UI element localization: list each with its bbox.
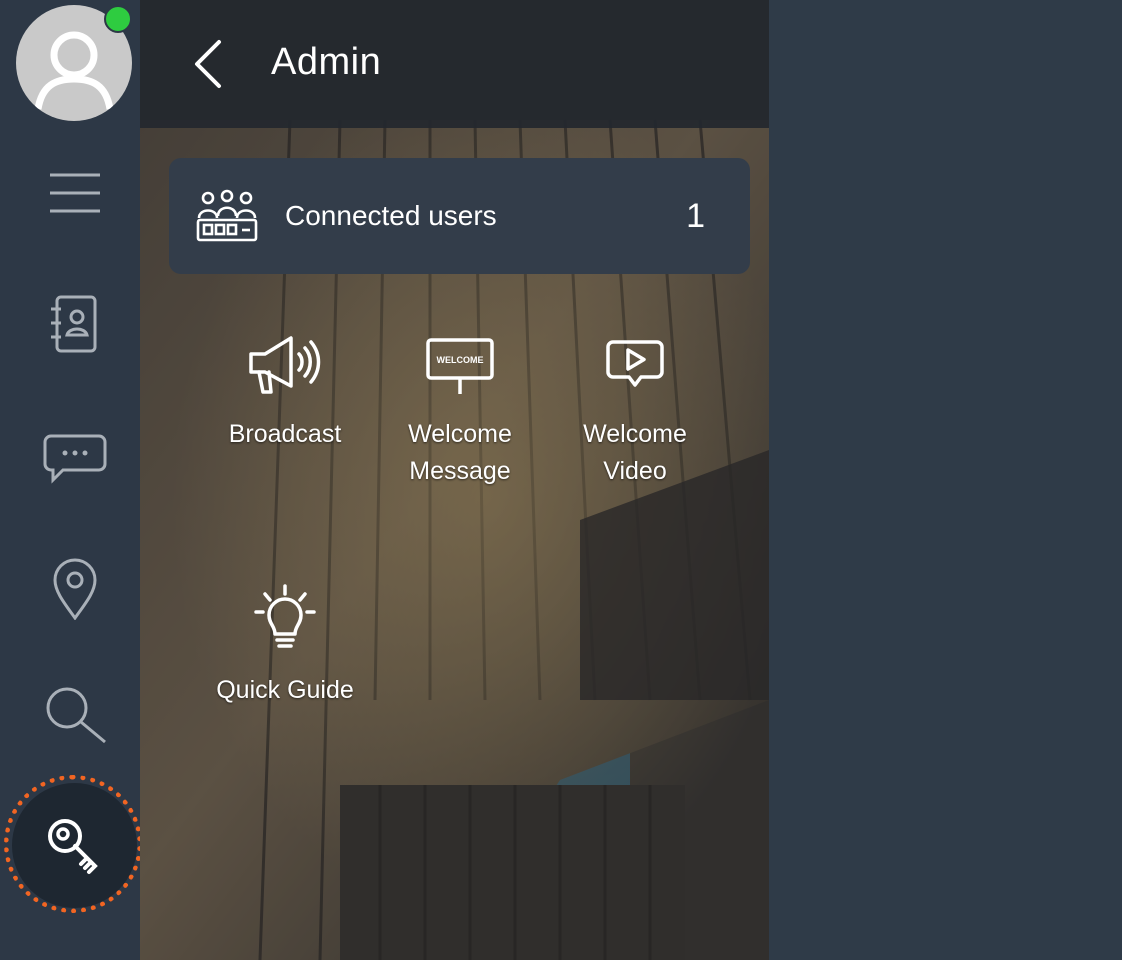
online-status-dot (104, 5, 132, 33)
left-sidebar (0, 0, 142, 960)
welcome-sign-text: WELCOME (437, 355, 484, 365)
connected-users-count: 1 (686, 197, 705, 235)
quick-guide-label: Quick Guide (216, 676, 354, 704)
chat-button[interactable] (35, 418, 115, 498)
menu-icon (50, 173, 100, 213)
main-content-area (769, 0, 1122, 960)
key-icon (47, 818, 98, 874)
chevron-left-icon (195, 40, 221, 88)
connected-users-icon (196, 189, 258, 242)
location-pin-icon (53, 558, 97, 620)
chat-bubble-icon (43, 434, 107, 484)
welcome-video-tile[interactable]: Welcome Video (555, 328, 715, 490)
contacts-book-icon (51, 295, 97, 353)
connected-users-label: Connected users (285, 200, 497, 231)
location-button[interactable] (35, 548, 115, 628)
welcome-message-label: Welcome Message (408, 420, 512, 485)
megaphone-icon (249, 336, 321, 394)
connected-users-card[interactable]: Connected users 1 (169, 158, 750, 274)
panel-header: Admin (140, 0, 769, 128)
admin-button[interactable] (12, 783, 137, 908)
search-button[interactable] (35, 676, 115, 756)
contacts-button[interactable] (35, 285, 115, 365)
lightbulb-icon (254, 584, 316, 648)
welcome-video-label: Welcome Video (583, 420, 687, 485)
welcome-message-tile[interactable]: WELCOME Welcome Message (380, 328, 540, 490)
back-button[interactable] (180, 36, 236, 92)
video-bubble-icon (606, 340, 664, 387)
broadcast-label: Broadcast (228, 420, 342, 448)
admin-panel: Admin Connected users 1 Broadcast WELCOM… (140, 0, 769, 960)
menu-button[interactable] (35, 153, 115, 233)
welcome-sign-icon: WELCOME (426, 338, 494, 394)
broadcast-tile[interactable]: Broadcast (205, 328, 365, 453)
quick-guide-tile[interactable]: Quick Guide (205, 584, 365, 709)
search-icon (46, 687, 106, 744)
page-title: Admin (271, 41, 382, 83)
